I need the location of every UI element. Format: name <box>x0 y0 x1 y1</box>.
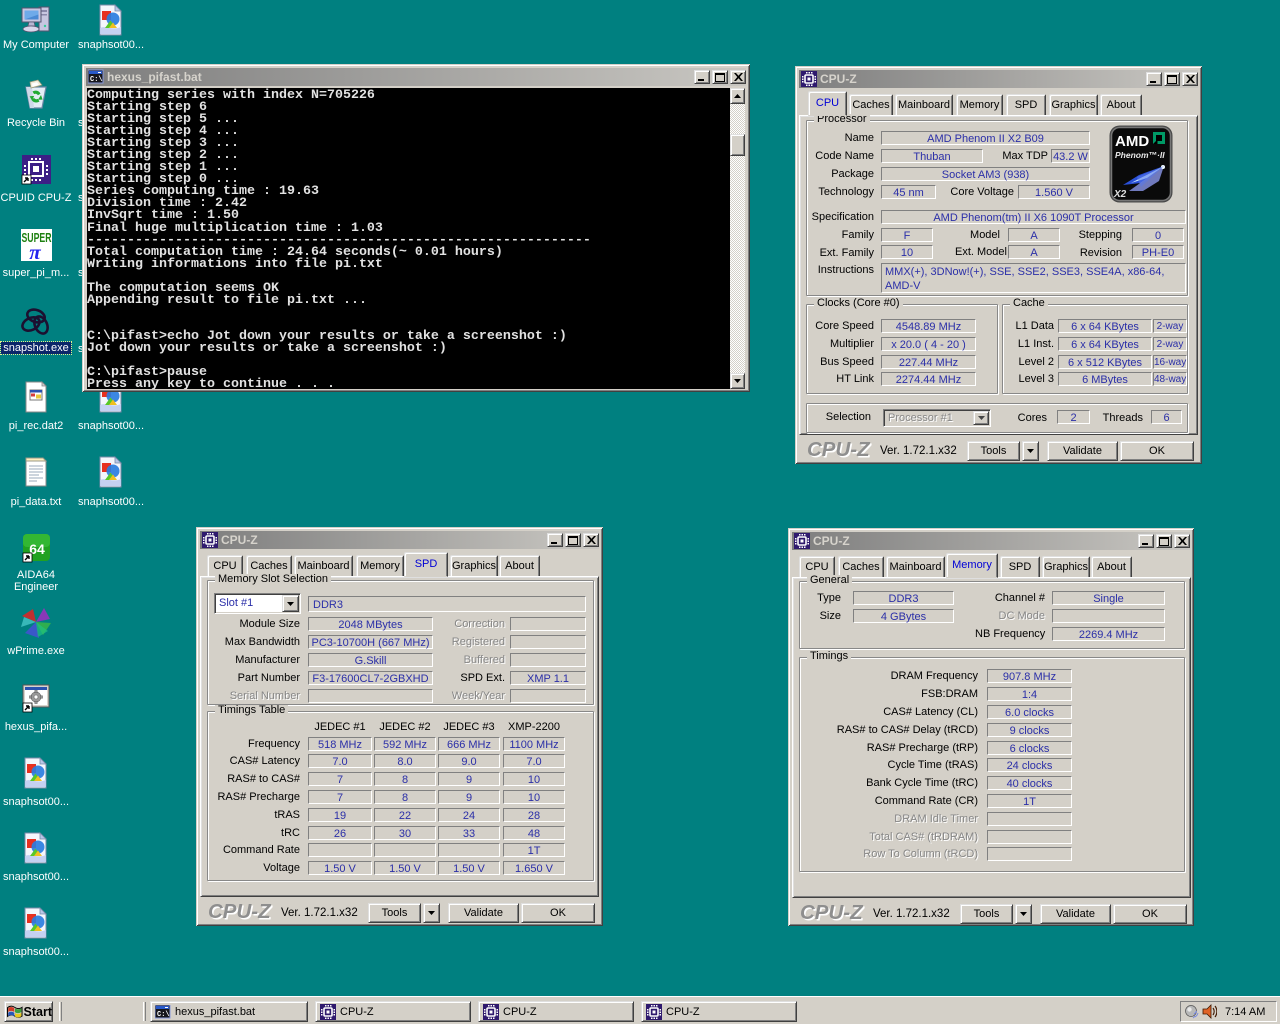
svg-text:C:\: C:\ <box>90 76 103 84</box>
svg-text:C:\: C:\ <box>157 1011 170 1019</box>
svg-text:π: π <box>29 240 41 261</box>
svg-text:AMD: AMD <box>1115 133 1149 150</box>
svg-text:Phenom™·II: Phenom™·II <box>1115 150 1165 160</box>
svg-text:X2: X2 <box>1113 189 1127 200</box>
